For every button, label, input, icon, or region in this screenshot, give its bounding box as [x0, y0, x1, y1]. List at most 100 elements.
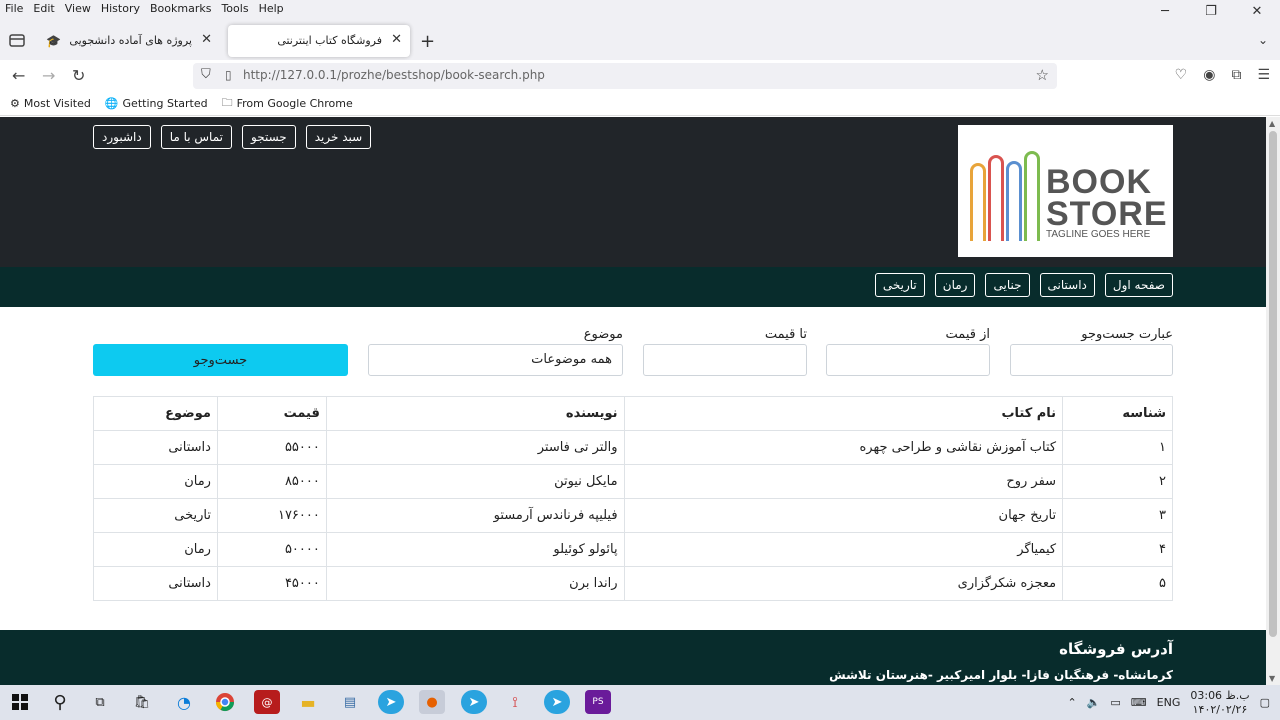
- bookmark-most-visited[interactable]: ⚙ Most Visited: [10, 97, 91, 110]
- page-viewport: BOOK STORE TAGLINE GOES HERE سبد خرید جس…: [0, 117, 1266, 685]
- scroll-down-icon[interactable]: ▼: [1269, 674, 1275, 683]
- firefox-icon[interactable]: ●: [419, 690, 445, 714]
- bookmark-label: Most Visited: [23, 97, 91, 110]
- file-explorer-icon[interactable]: ▬: [295, 690, 321, 714]
- shield-icon[interactable]: ⛉: [201, 67, 211, 82]
- search-nav-button[interactable]: جستجو: [242, 125, 296, 149]
- subject-label: موضوع: [583, 327, 623, 342]
- menu-edit[interactable]: Edit: [28, 2, 59, 15]
- cell-price: ۸۵۰۰۰: [216, 464, 327, 499]
- clock[interactable]: 03:06 ب.ظ ۱۴۰۲/۰۲/۲۶: [1190, 689, 1249, 717]
- bookmark-folder-chrome[interactable]: 🗀 From Google Chrome: [222, 94, 353, 113]
- table-row: ۱ کتاب آموزش نقاشی و طراحی چهره والتر تی…: [93, 430, 1173, 465]
- footer-address: کرمانشاه- فرهنگیان فازا- بلوار امیرکبیر …: [829, 668, 1173, 682]
- max-price-input[interactable]: [643, 344, 807, 376]
- menu-tools[interactable]: Tools: [216, 2, 253, 15]
- cell-id: ۵: [1062, 566, 1173, 601]
- site-header: BOOK STORE TAGLINE GOES HERE سبد خرید جس…: [0, 117, 1266, 267]
- volume-icon[interactable]: 🔈: [1087, 696, 1101, 709]
- search-icon[interactable]: ⚲: [47, 690, 73, 714]
- top-nav: سبد خرید جستجو تماس با ما داشبورد: [93, 125, 372, 149]
- chevron-up-icon[interactable]: ⌃: [1067, 696, 1076, 709]
- subject-select[interactable]: همه موضوعات: [368, 344, 623, 376]
- tab-strip: 🎓 پروژه های آماده دانشجویی ✕ فروشگاه کتا…: [0, 17, 1280, 60]
- store-logo[interactable]: BOOK STORE TAGLINE GOES HERE: [958, 125, 1173, 257]
- extensions-icon[interactable]: ⧉: [1231, 67, 1241, 83]
- dashboard-button[interactable]: داشبورد: [93, 125, 151, 149]
- close-tab-icon[interactable]: ✕: [391, 32, 402, 47]
- cell-title: معجزه شکرگزاری: [623, 566, 1064, 601]
- min-price-label: از قیمت: [945, 327, 990, 342]
- notifications-icon[interactable]: ▢: [1260, 696, 1270, 709]
- chrome-icon[interactable]: [212, 690, 238, 714]
- telegram-icon[interactable]: ➤: [461, 690, 487, 714]
- scroll-thumb[interactable]: [1269, 131, 1277, 637]
- telegram-icon[interactable]: ➤: [544, 690, 570, 714]
- home-button[interactable]: صفحه اول: [1104, 273, 1173, 297]
- tab-title: پروژه های آماده دانشجویی: [69, 34, 192, 47]
- tab-manager-icon[interactable]: [8, 32, 26, 48]
- bookmark-star-icon[interactable]: ☆: [1036, 66, 1049, 84]
- app-icon[interactable]: @: [254, 690, 280, 714]
- tab-title: فروشگاه کتاب اینترنتی: [277, 34, 382, 47]
- query-input[interactable]: [1010, 344, 1173, 376]
- tab-student-projects[interactable]: 🎓 پروژه های آماده دانشجویی ✕: [38, 25, 220, 57]
- category-fiction[interactable]: داستانی: [1039, 273, 1095, 297]
- category-history[interactable]: تاریخی: [874, 273, 925, 297]
- search-form: عبارت جست‌وجو از قیمت تا قیمت موضوع همه …: [0, 307, 1266, 397]
- subject-selected-value: همه موضوعات: [531, 352, 612, 367]
- min-price-input[interactable]: [826, 344, 990, 376]
- edge-icon[interactable]: ◔: [171, 690, 197, 714]
- task-view-icon[interactable]: ⧉: [87, 690, 113, 714]
- phpstorm-icon[interactable]: PS: [585, 690, 611, 714]
- menu-history[interactable]: History: [96, 2, 145, 15]
- account-icon[interactable]: ◉: [1203, 67, 1215, 83]
- menu-bookmarks[interactable]: Bookmarks: [145, 2, 216, 15]
- tab-bookstore[interactable]: فروشگاه کتاب اینترنتی ✕: [228, 25, 410, 57]
- scroll-up-icon[interactable]: ▲: [1269, 119, 1275, 128]
- system-tray: ⌃ 🔈 ▭ ⌨ ENG 03:06 ب.ظ ۱۴۰۲/۰۲/۲۶ ▢: [1067, 685, 1280, 720]
- category-novel[interactable]: رمان: [934, 273, 976, 297]
- hamburger-menu-icon[interactable]: ☰: [1257, 67, 1270, 83]
- bookmark-getting-started[interactable]: 🌐 Getting Started: [105, 97, 208, 110]
- notepad-icon[interactable]: ▤: [337, 690, 363, 714]
- language-indicator[interactable]: ENG: [1157, 696, 1181, 709]
- table-row: ۵ معجزه شکرگزاری راندا برن ۴۵۰۰۰ داستانی: [93, 566, 1173, 601]
- cell-price: ۵۵۰۰۰: [216, 430, 327, 465]
- new-tab-icon[interactable]: +: [420, 31, 435, 52]
- keyboard-icon[interactable]: ⌨: [1131, 696, 1147, 709]
- site-footer: آدرس فروشگاه کرمانشاه- فرهنگیان فازا- بل…: [0, 630, 1266, 685]
- pocket-icon[interactable]: ♡: [1175, 67, 1188, 83]
- menu-file[interactable]: File: [0, 2, 28, 15]
- back-icon[interactable]: ←: [12, 66, 25, 85]
- page-icon: ▯: [225, 68, 232, 82]
- cell-subject: رمان: [93, 464, 218, 499]
- cell-id: ۳: [1062, 498, 1173, 533]
- close-tab-icon[interactable]: ✕: [201, 32, 212, 47]
- cell-subject: تاریخی: [93, 498, 218, 533]
- cell-author: پائولو کوئیلو: [325, 532, 625, 567]
- search-submit-button[interactable]: جست‌وجو: [93, 344, 348, 376]
- header-author: نویسنده: [325, 396, 625, 431]
- url-text[interactable]: http://127.0.0.1/prozhe/bestshop/book-se…: [243, 68, 545, 82]
- folder-icon: 🗀: [221, 96, 233, 109]
- store-icon[interactable]: 🛍: [129, 690, 155, 714]
- telegram-icon[interactable]: ➤: [378, 690, 404, 714]
- menu-help[interactable]: Help: [254, 2, 289, 15]
- menu-view[interactable]: View: [60, 2, 96, 15]
- url-bar[interactable]: ⛉ ▯ http://127.0.0.1/prozhe/bestshop/boo…: [193, 63, 1057, 89]
- cell-title: تاریخ جهان: [623, 498, 1064, 533]
- cell-price: ۴۵۰۰۰: [216, 566, 327, 601]
- windows-start-icon[interactable]: [7, 690, 33, 714]
- network-icon[interactable]: ▭: [1110, 696, 1120, 709]
- contact-button[interactable]: تماس با ما: [160, 125, 232, 149]
- cart-button[interactable]: سبد خرید: [305, 125, 372, 149]
- forward-icon[interactable]: →: [42, 66, 55, 85]
- category-crime[interactable]: جنایی: [985, 273, 1030, 297]
- page-scrollbar[interactable]: ▲ ▼: [1266, 117, 1280, 685]
- reload-icon[interactable]: ↻: [72, 66, 85, 85]
- chevron-down-icon[interactable]: ⌄: [1258, 33, 1268, 47]
- category-nav: صفحه اول داستانی جنایی رمان تاریخی: [874, 273, 1173, 297]
- gear-icon: ⚙: [10, 97, 20, 110]
- pdf-reader-icon[interactable]: ⟟: [502, 690, 528, 714]
